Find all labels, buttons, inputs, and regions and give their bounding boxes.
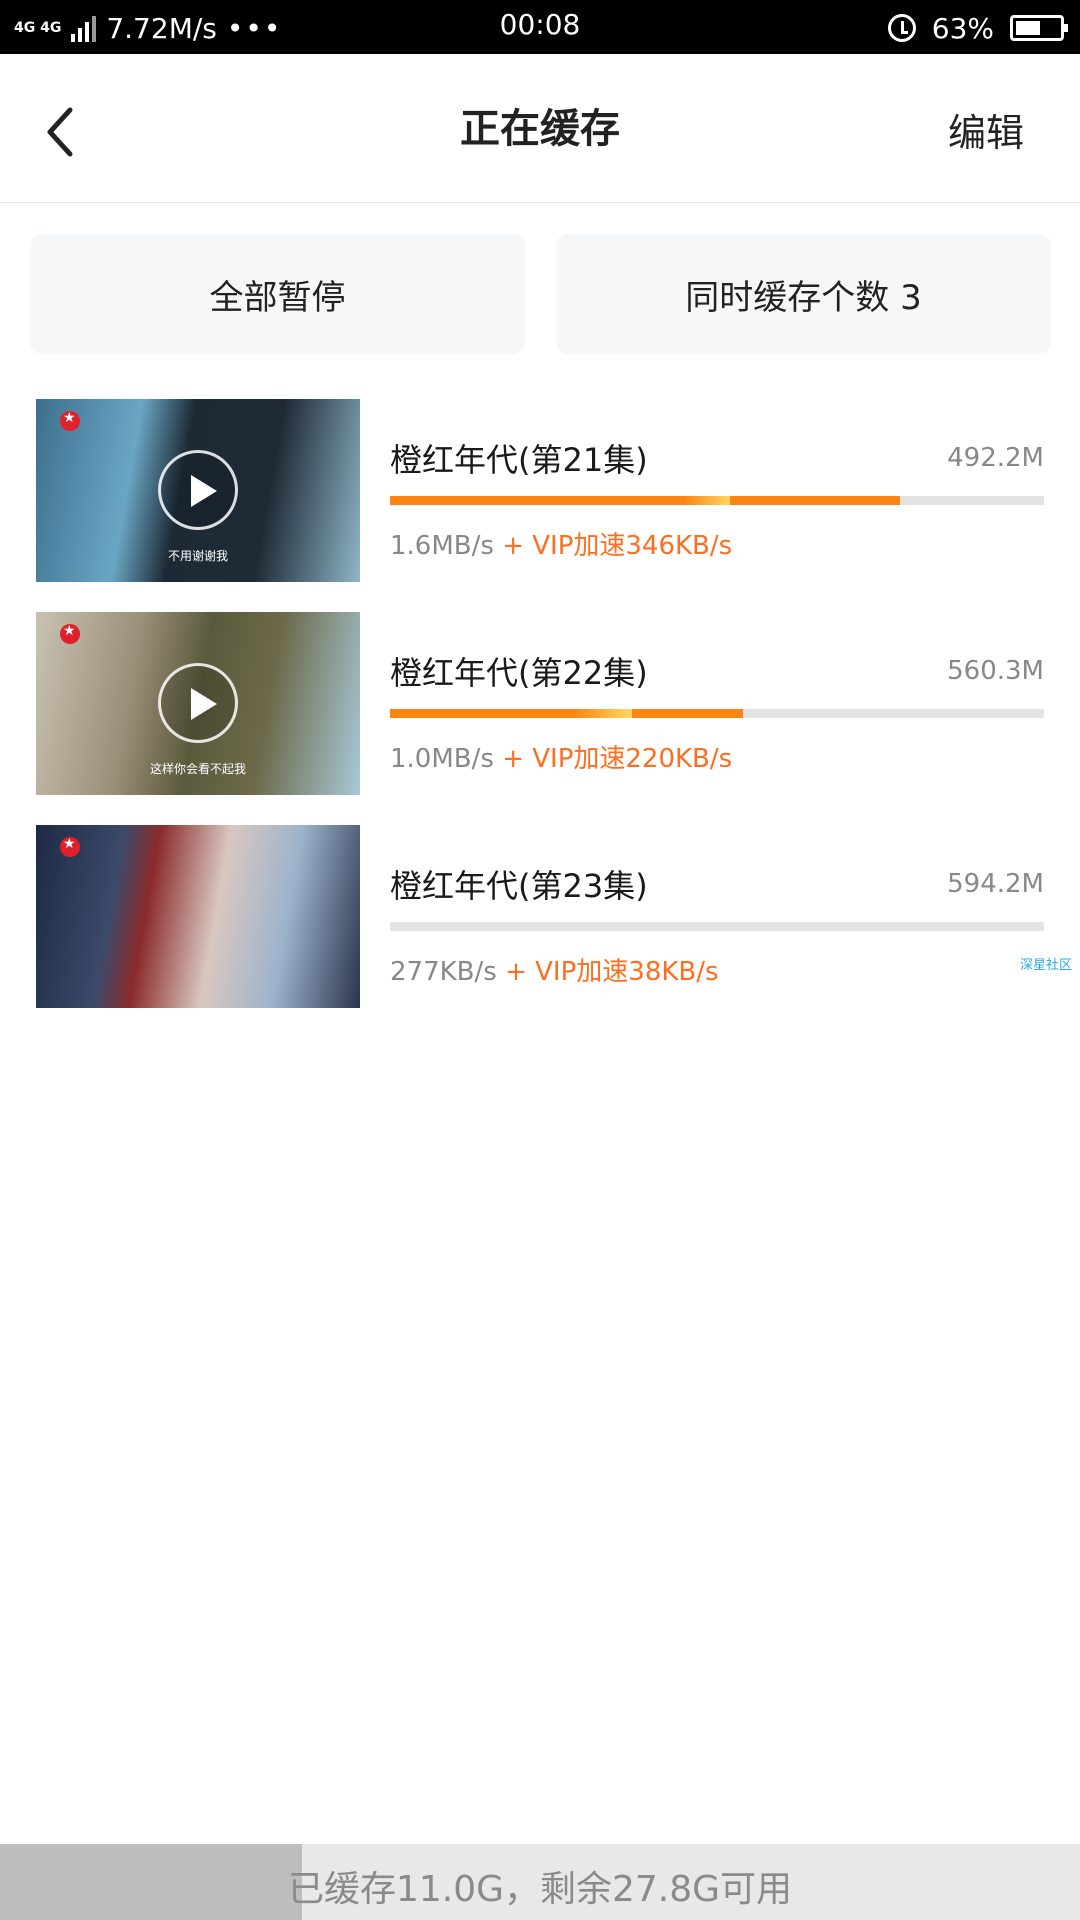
episode-size: 492.2M	[947, 443, 1044, 473]
speed-info: 1.6MB/s + VIP加速346KB/s	[390, 525, 732, 562]
storage-text: 已缓存11.0G，剩余27.8G可用	[287, 1869, 793, 1910]
vip-boost-speed: + VIP加速38KB/s	[505, 957, 719, 987]
download-progress-bar	[390, 922, 1044, 931]
download-progress-bar	[390, 496, 1044, 505]
play-icon[interactable]	[158, 663, 238, 743]
video-subtitle: 不用谢谢我	[167, 549, 228, 563]
download-item[interactable]: 这样你会看不起我 橙红年代(第22集) 560.3M 1.0MB/s + VIP…	[0, 612, 1080, 796]
progress-fill	[390, 709, 744, 718]
video-thumbnail[interactable]: 这样你会看不起我	[36, 612, 360, 795]
episode-size: 594.2M	[947, 869, 1044, 899]
download-speed: 277KB/s	[390, 957, 497, 987]
episode-title: 橙红年代(第21集)	[390, 441, 648, 479]
channel-logo-icon	[60, 836, 80, 857]
episode-size: 560.3M	[947, 656, 1044, 686]
download-item[interactable]: 不用谢谢我 橙红年代(第21集) 492.2M 1.6MB/s + VIP加速3…	[0, 399, 1080, 583]
vip-boost-segment	[573, 709, 632, 718]
download-speed: 1.0MB/s	[390, 744, 494, 774]
battery-icon	[1010, 15, 1068, 41]
vip-boost-segment	[684, 496, 731, 505]
download-progress-bar	[390, 709, 1044, 718]
episode-title: 橙红年代(第22集)	[390, 654, 648, 692]
header: 正在缓存 编辑	[0, 54, 1080, 203]
edit-button[interactable]: 编辑	[948, 102, 1024, 157]
pause-all-button[interactable]: 全部暂停	[30, 234, 525, 354]
episode-title: 橙红年代(第23集)	[390, 867, 648, 905]
vip-boost-speed: + VIP加速220KB/s	[502, 744, 733, 774]
battery-percent: 63%	[931, 11, 994, 45]
video-thumbnail[interactable]	[36, 825, 360, 1008]
speed-info: 1.0MB/s + VIP加速220KB/s	[390, 738, 732, 775]
play-icon[interactable]	[158, 450, 238, 530]
page-title: 正在缓存	[460, 106, 620, 152]
channel-logo-icon	[60, 410, 80, 431]
progress-fill	[390, 496, 901, 505]
video-subtitle: 这样你会看不起我	[149, 762, 246, 776]
channel-logo-icon	[60, 623, 80, 644]
vip-boost-speed: + VIP加速346KB/s	[502, 531, 733, 561]
alarm-icon	[887, 14, 916, 42]
status-right: 63%	[887, 8, 1068, 48]
download-item[interactable]: 橙红年代(第23集) 594.2M 277KB/s + VIP加速38KB/s	[0, 825, 1080, 1009]
storage-bar: 已缓存11.0G，剩余27.8G可用	[0, 1844, 1080, 1920]
concurrent-count-button[interactable]: 同时缓存个数 3	[556, 234, 1051, 354]
download-speed: 1.6MB/s	[390, 531, 494, 561]
status-bar: 4G 4G 7.72M/s ••• 00:08 63%	[0, 0, 1080, 54]
watermark: 深星社区	[1019, 958, 1072, 973]
video-thumbnail[interactable]: 不用谢谢我	[36, 399, 360, 582]
speed-info: 277KB/s + VIP加速38KB/s	[390, 951, 719, 988]
